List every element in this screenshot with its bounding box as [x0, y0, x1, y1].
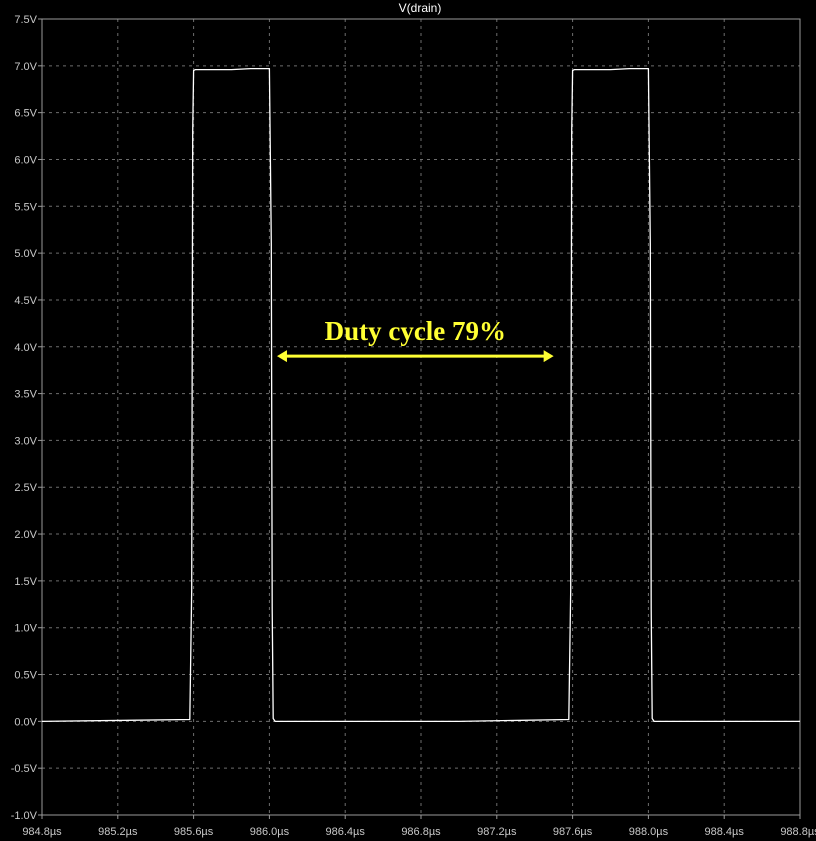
- y-tick-label: 5.5V: [14, 201, 37, 213]
- x-tick-label: 984.8µs: [22, 826, 62, 838]
- y-tick-label: -1.0V: [11, 810, 38, 822]
- y-tick-label: 1.5V: [14, 576, 37, 588]
- x-tick-label: 986.8µs: [401, 826, 441, 838]
- y-tick-label: 5.0V: [14, 248, 37, 260]
- x-tick-label: 985.2µs: [98, 826, 138, 838]
- duty-cycle-annotation: Duty cycle 79%: [325, 316, 506, 346]
- y-tick-label: 6.0V: [14, 154, 37, 166]
- y-tick-label: 0.5V: [14, 670, 37, 682]
- chart-background: [0, 0, 816, 841]
- y-tick-label: 0.0V: [14, 716, 37, 728]
- y-tick-label: 6.5V: [14, 108, 37, 120]
- y-tick-label: 7.0V: [14, 61, 37, 73]
- y-tick-label: 4.0V: [14, 342, 37, 354]
- x-tick-label: 986.0µs: [250, 826, 290, 838]
- y-tick-label: 3.0V: [14, 435, 37, 447]
- x-tick-label: 988.4µs: [705, 826, 745, 838]
- x-tick-label: 987.2µs: [477, 826, 517, 838]
- x-tick-label: 986.4µs: [326, 826, 366, 838]
- x-tick-label: 988.0µs: [629, 826, 669, 838]
- x-tick-label: 988.8µs: [780, 826, 816, 838]
- y-tick-label: 2.5V: [14, 482, 37, 494]
- x-tick-label: 985.6µs: [174, 826, 214, 838]
- y-tick-label: 1.0V: [14, 623, 37, 635]
- chart: V(drain) 984.8µs 985.2µs 985.6µs 986.0µs 986…: [0, 0, 816, 841]
- y-tick-label: 7.5V: [14, 14, 37, 26]
- y-tick-label: 4.5V: [14, 295, 37, 307]
- y-tick-label: -0.5V: [11, 763, 38, 775]
- chart-title: V(drain): [399, 1, 442, 15]
- y-tick-label: 2.0V: [14, 529, 37, 541]
- x-tick-label: 987.6µs: [553, 826, 593, 838]
- y-tick-label: 3.5V: [14, 389, 37, 401]
